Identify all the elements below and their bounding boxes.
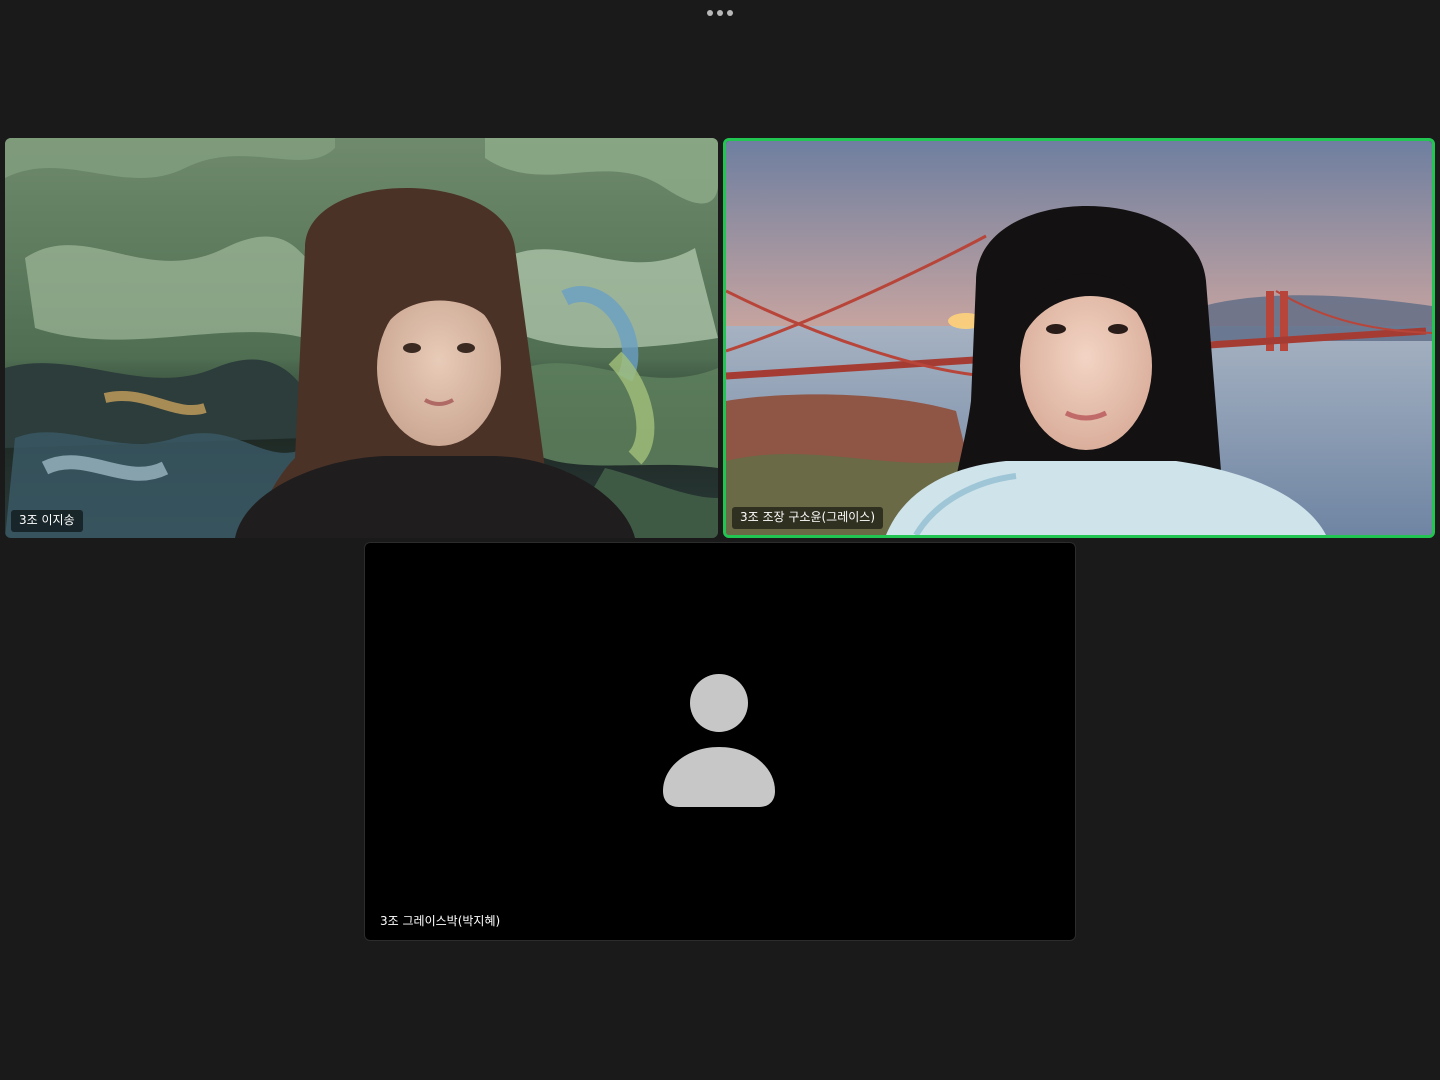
participant-tile[interactable]: 3조 이지송 [5, 138, 718, 538]
person-silhouette-icon [663, 674, 775, 807]
participant-name: 3조 이지송 [11, 510, 83, 532]
dot [707, 10, 713, 16]
participant-name: 3조 그레이스박(박지혜) [380, 914, 501, 928]
participant-video [5, 138, 718, 538]
dot [717, 10, 723, 16]
participant-video [726, 141, 1432, 535]
meeting-gallery-view: 3조 이지송 3조 조장 구소윤(그레이스) 3조 그레이스박(박지혜) [0, 0, 1440, 1080]
dot [727, 10, 733, 16]
participant-tile-active-speaker[interactable]: 3조 조장 구소윤(그레이스) [723, 138, 1435, 538]
more-options-icon[interactable] [700, 4, 740, 22]
participant-name: 3조 조장 구소윤(그레이스) [732, 507, 884, 529]
participant-tile-video-off[interactable]: 3조 그레이스박(박지혜) [364, 542, 1076, 941]
